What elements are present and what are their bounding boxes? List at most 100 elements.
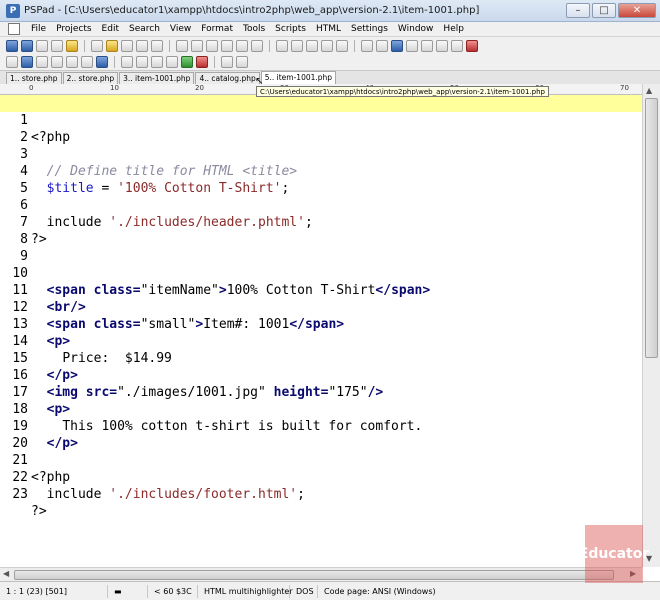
tab-catalog-php[interactable]: 4.. catalog.php — [195, 72, 260, 84]
new-file-icon[interactable] — [91, 39, 103, 52]
undo-icon[interactable] — [276, 39, 288, 52]
menu-html[interactable]: HTML — [311, 24, 346, 34]
maximize-button[interactable]: □ — [592, 3, 616, 18]
copy-icon[interactable] — [236, 39, 248, 52]
print-icon[interactable] — [151, 39, 163, 52]
word-wrap-icon[interactable] — [361, 39, 373, 52]
code-line[interactable]: 5 — [0, 163, 642, 196]
line-ending-format[interactable]: DOS — [290, 584, 318, 598]
minimize-button[interactable]: – — [566, 3, 590, 18]
code-line[interactable]: 16 <img src="./images/1001.jpg" height="… — [0, 350, 642, 400]
scroll-left-icon[interactable]: ◀ — [3, 569, 9, 578]
code-line[interactable]: 2 — [0, 112, 642, 145]
code-line[interactable]: 4 $title = '100% Cotton T-Shirt'; — [0, 146, 642, 196]
project-settings-icon[interactable] — [66, 39, 78, 52]
code-line[interactable]: 1 <?php — [0, 95, 642, 145]
horizontal-scroll-thumb[interactable] — [14, 570, 614, 580]
save-all-icon[interactable] — [136, 39, 148, 52]
google-search-icon[interactable] — [96, 56, 108, 68]
stop-icon[interactable] — [196, 56, 208, 68]
vertical-scrollbar[interactable]: ▲ ▼ — [642, 84, 660, 567]
menu-view[interactable]: View — [165, 24, 196, 34]
log-icon[interactable] — [166, 56, 178, 68]
close-button[interactable]: ✕ — [618, 3, 656, 18]
project-files-icon[interactable] — [51, 39, 63, 52]
code-line[interactable]: 14 Price: $14.99 — [0, 316, 642, 366]
ie-preview-icon[interactable] — [21, 56, 33, 68]
menu-help[interactable]: Help — [438, 24, 469, 34]
save-file-icon[interactable] — [121, 39, 133, 52]
clip-icon[interactable] — [121, 56, 133, 68]
comment-icon[interactable] — [336, 39, 348, 52]
column-select-icon[interactable] — [406, 39, 418, 52]
open-file-icon[interactable] — [106, 39, 118, 52]
code-line[interactable]: 23 ?> — [0, 469, 642, 519]
script-icon[interactable] — [236, 56, 248, 68]
pspad-app-icon[interactable]: P — [6, 3, 20, 18]
code-editor[interactable]: 1 <?php 2 3 // Define title for HTML <ti… — [0, 95, 642, 567]
css-icon[interactable] — [51, 56, 63, 68]
code-line[interactable]: 7 ?> — [0, 197, 642, 247]
menu-projects[interactable]: Projects — [51, 24, 96, 34]
tab-store-php-2[interactable]: 2.. store.php — [62, 72, 119, 84]
code-line[interactable]: 11 <br/> — [0, 265, 642, 315]
code-line[interactable]: 13 <p> — [0, 299, 642, 349]
code-explorer-icon[interactable] — [136, 56, 148, 68]
code-line[interactable]: 3 // Define title for HTML <title> — [0, 129, 642, 179]
menu-format[interactable]: Format — [196, 24, 238, 34]
new-project-icon[interactable] — [6, 39, 18, 52]
outdent-icon[interactable] — [321, 39, 333, 52]
tab-item-1001-php-5[interactable]: 5.. item-1001.php — [260, 71, 337, 84]
hex-edit-icon[interactable] — [421, 39, 433, 52]
html-tag-icon[interactable] — [6, 56, 18, 68]
bookmark-icon[interactable] — [451, 39, 463, 52]
html-tidy-icon[interactable] — [36, 56, 48, 68]
horizontal-scrollbar[interactable]: ◀ ▶ — [0, 567, 642, 581]
run-icon[interactable] — [181, 56, 193, 68]
code-line[interactable]: 18 This 100% cotton t-shirt is built for… — [0, 384, 642, 434]
menu-edit[interactable]: Edit — [97, 24, 124, 34]
read-only-icon[interactable] — [436, 39, 448, 52]
menu-scripts[interactable]: Scripts — [270, 24, 311, 34]
code-line[interactable]: 6 include './includes/header.phtml'; — [0, 180, 642, 230]
vertical-scroll-thumb[interactable] — [645, 98, 658, 358]
next-bookmark-icon[interactable] — [466, 39, 478, 52]
macro-icon[interactable] — [221, 56, 233, 68]
goto-line-icon[interactable] — [206, 39, 218, 52]
paste-icon[interactable] — [251, 39, 263, 52]
insert-mode-icon[interactable]: ▬ — [108, 584, 148, 598]
menu-file[interactable]: File — [26, 24, 51, 34]
highlighter-name[interactable]: HTML multihighlighter — [198, 584, 293, 598]
cut-icon[interactable] — [221, 39, 233, 52]
save-project-icon[interactable] — [36, 39, 48, 52]
code-line[interactable]: 9 — [0, 231, 642, 264]
special-chars-icon[interactable] — [391, 39, 403, 52]
show-line-numbers-icon[interactable] — [376, 39, 388, 52]
code-line[interactable]: 17 <p> — [0, 367, 642, 417]
document-icon[interactable] — [8, 23, 20, 35]
menu-window[interactable]: Window — [393, 24, 439, 34]
redo-icon[interactable] — [291, 39, 303, 52]
menu-settings[interactable]: Settings — [346, 24, 393, 34]
scroll-up-icon[interactable]: ▲ — [646, 86, 652, 95]
code-line[interactable]: 12 <span class="small">Item#: 1001</span… — [0, 282, 642, 332]
menu-search[interactable]: Search — [124, 24, 165, 34]
code-line[interactable]: 10 <span class="itemName">100% Cotton T-… — [0, 248, 642, 298]
code-line[interactable]: 21 <?php — [0, 435, 642, 485]
html-validate-icon[interactable] — [66, 56, 78, 68]
search-icon[interactable] — [176, 39, 188, 52]
tab-item-1001-php-3[interactable]: 3.. item-1001.php — [119, 72, 195, 84]
replace-icon[interactable] — [191, 39, 203, 52]
code-line[interactable]: 15 </p> — [0, 333, 642, 383]
code-line[interactable]: 19 </p> — [0, 401, 642, 451]
ftp-icon[interactable] — [151, 56, 163, 68]
code-line[interactable]: 20 — [0, 418, 642, 451]
indent-icon[interactable] — [306, 39, 318, 52]
tab-store-php-1[interactable]: 1.. store.php — [6, 72, 62, 84]
open-project-icon[interactable] — [21, 39, 33, 52]
code-page[interactable]: Code page: ANSI (Windows) — [318, 585, 442, 598]
color-picker-icon[interactable] — [81, 56, 93, 68]
code-line[interactable]: 8 — [0, 214, 642, 247]
code-line[interactable]: 22 include './includes/footer.html'; — [0, 452, 642, 502]
menu-tools[interactable]: Tools — [238, 24, 270, 34]
